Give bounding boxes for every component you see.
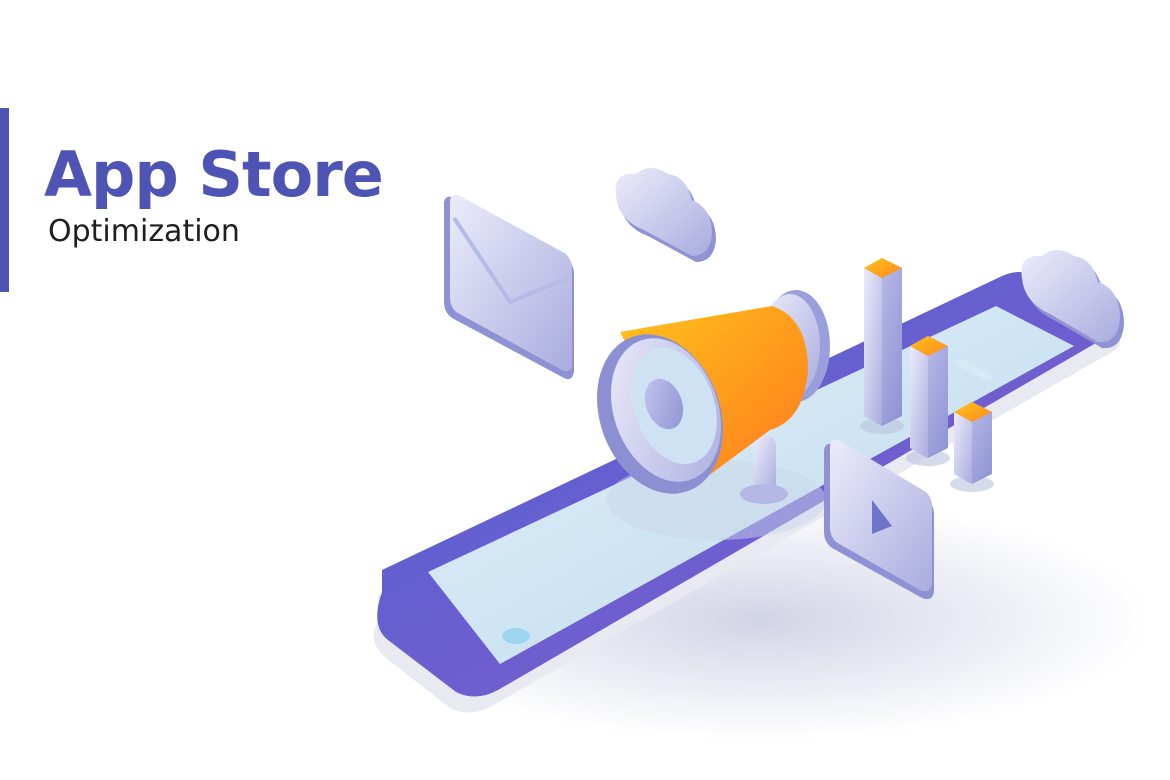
- home-button: [502, 628, 530, 644]
- megaphone-icon: [597, 290, 830, 540]
- aso-illustration: [370, 168, 1150, 740]
- envelope-icon: [444, 194, 574, 380]
- cloud-icon: [615, 168, 716, 262]
